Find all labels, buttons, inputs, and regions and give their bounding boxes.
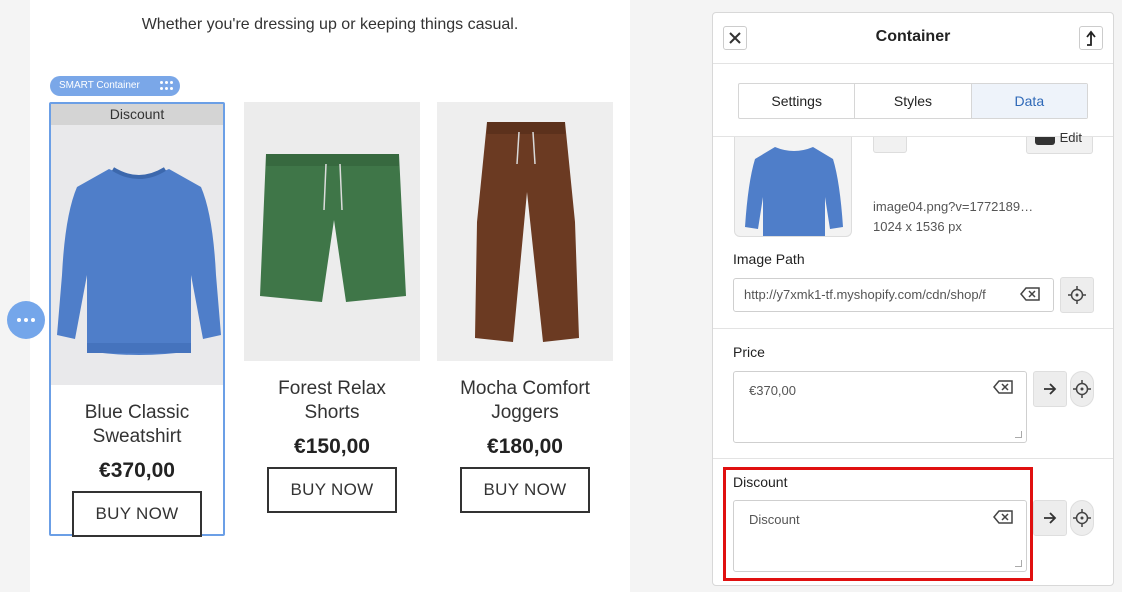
product-card-shorts[interactable]: Forest Relax Shorts €150,00 BUY NOW [244,102,420,513]
crosshair-icon [1073,380,1091,398]
joggers-image [474,122,579,342]
panel-title: Container [875,28,951,45]
image-thumbnail[interactable] [734,137,852,237]
image-action-button[interactable] [873,137,907,153]
product-name: Mocha Comfort Joggers [460,378,590,423]
tab-styles[interactable]: Styles [855,84,972,118]
product-card-sweatshirt[interactable]: Discount Blue Classic Sweatshirt €370,00… [49,102,225,537]
container-settings-panel: Container Settings Styles Data Edit imag… [712,12,1114,586]
car-icon [1035,137,1055,145]
drag-handle-icon[interactable] [160,81,174,91]
product-name: Blue Classic Sweatshirt [84,402,190,447]
image-path-input[interactable]: http://y7xmk1-tf.myshopify.com/cdn/shop/… [733,278,1054,312]
price-value: €370,00 [749,383,796,398]
product-card-joggers[interactable]: Mocha Comfort Joggers €180,00 BUY NOW [437,102,613,513]
panel-header: Container [713,13,1113,64]
divider [713,458,1113,459]
product-price: €180,00 [487,435,563,458]
smart-container-label: SMART Container [59,80,140,91]
image-dimensions: 1024 x 1536 px [873,219,962,234]
buy-now-button[interactable]: BUY NOW [267,467,397,513]
discount-highlight-box [723,467,1033,581]
smart-container-badge[interactable]: SMART Container [50,76,180,96]
price-arrow-button[interactable] [1033,371,1067,407]
clear-icon[interactable] [993,380,1013,394]
product-price: €150,00 [294,435,370,458]
image-file-name: image04.png?v=1772189… [873,199,1034,214]
buy-now-button[interactable]: BUY NOW [72,491,202,537]
buy-now-button[interactable]: BUY NOW [460,467,590,513]
more-options-button[interactable] [7,301,45,339]
panel-tabs: Settings Styles Data [738,83,1088,119]
product-image-shorts[interactable] [244,102,420,361]
crosshair-icon [1068,286,1086,304]
discount-target-button[interactable] [1070,500,1094,536]
tagline-text: Whether you're dressing up or keeping th… [141,16,519,33]
shorts-image [259,154,406,302]
sweatshirt-image [57,167,221,355]
resize-handle-icon[interactable] [1015,431,1022,438]
discount-arrow-button[interactable] [1033,500,1067,536]
crosshair-icon [1073,509,1091,527]
edit-image-button[interactable]: Edit [1026,130,1093,154]
parent-select-icon[interactable] [1079,26,1103,50]
clear-icon[interactable] [1020,287,1040,301]
edit-label: Edit [1059,130,1082,145]
image-path-target-button[interactable] [1060,277,1094,313]
product-image-sweatshirt[interactable] [51,125,223,385]
price-target-button[interactable] [1070,371,1094,407]
divider [713,328,1113,329]
price-label: Price [733,344,765,360]
tab-settings[interactable]: Settings [739,84,856,118]
sweatshirt-thumbnail-image [745,147,843,236]
product-price: €370,00 [99,459,175,482]
product-image-joggers[interactable] [437,102,613,361]
tab-data[interactable]: Data [971,84,1087,118]
product-name: Forest Relax Shorts [278,378,386,423]
email-canvas: Whether you're dressing up or keeping th… [30,0,630,592]
image-path-label: Image Path [733,251,805,267]
price-textarea[interactable]: €370,00 [733,371,1027,443]
discount-bar: Discount [51,104,223,125]
arrow-right-icon [1044,512,1057,524]
arrow-right-icon [1044,383,1057,395]
